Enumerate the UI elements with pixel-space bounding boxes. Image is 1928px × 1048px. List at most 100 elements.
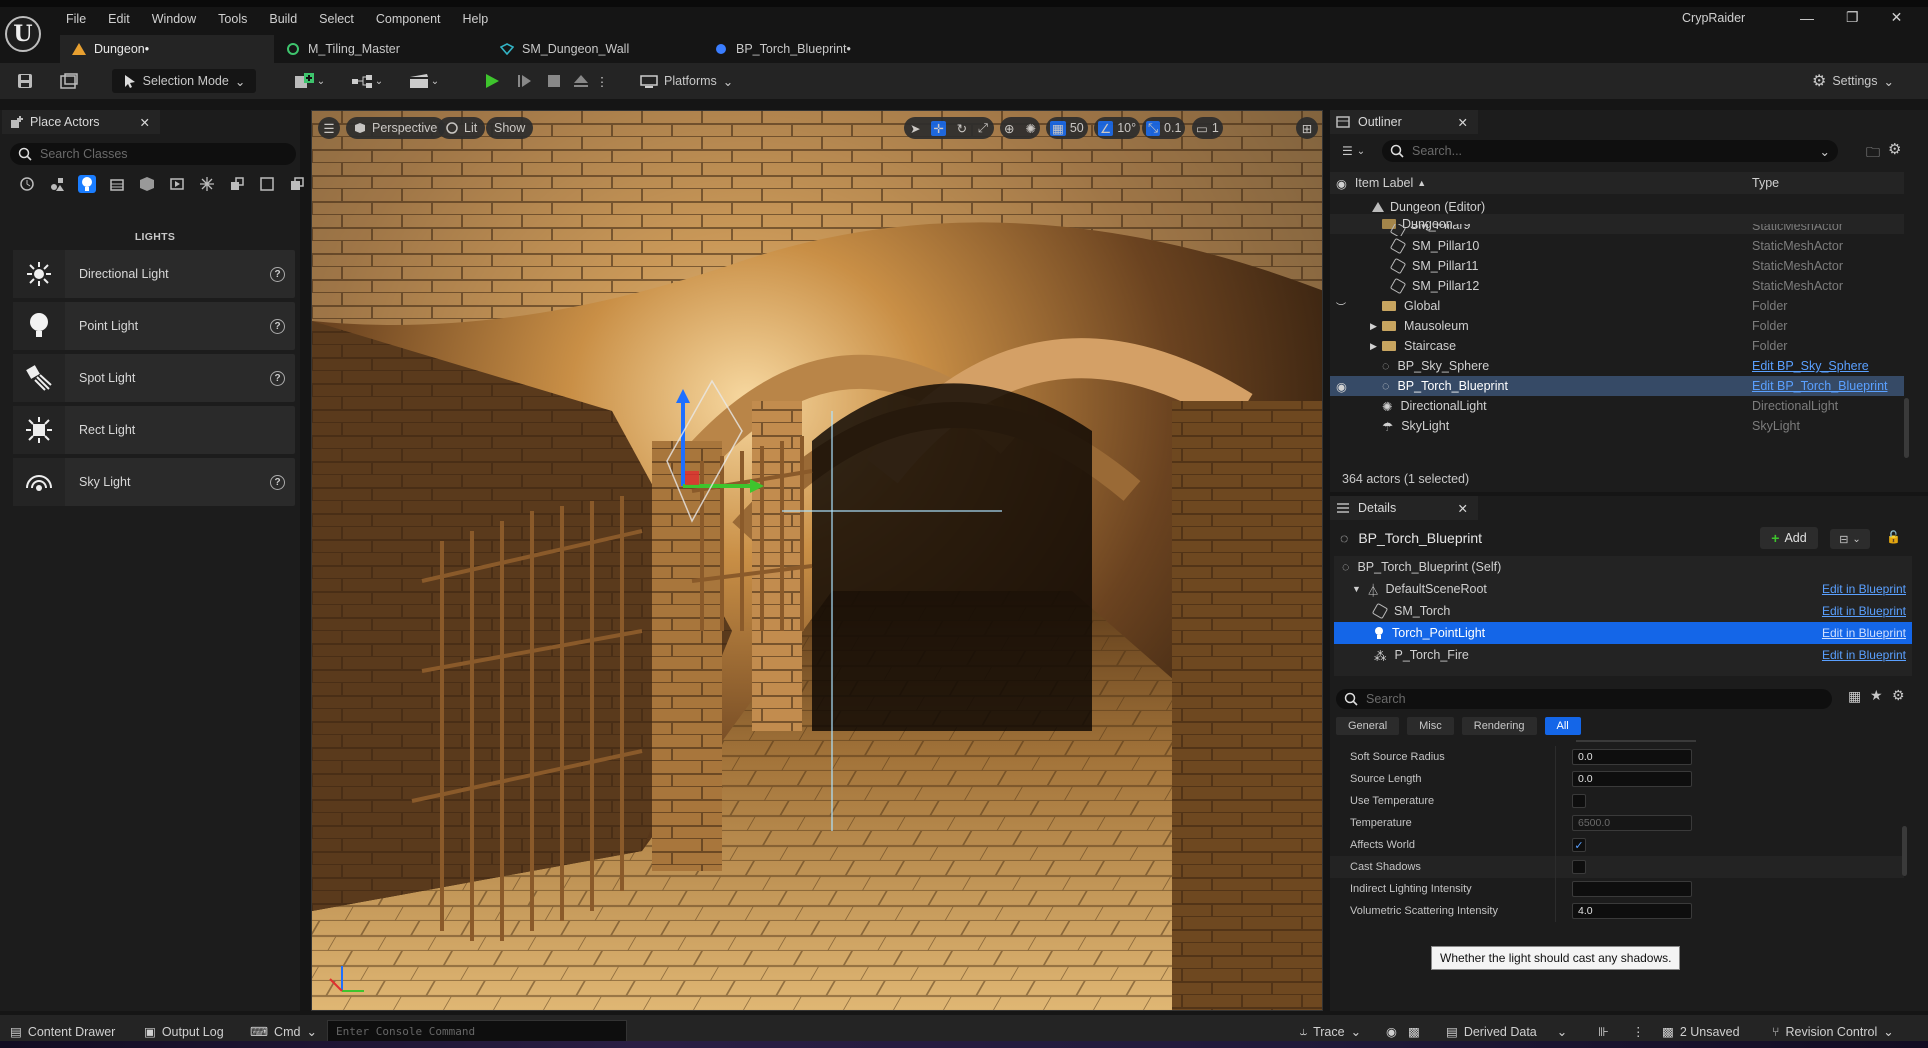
cinematics-dropdown[interactable]: ⌄ (404, 69, 444, 93)
tab-bp-torch-blueprint[interactable]: BP_Torch_Blueprint• (702, 35, 916, 63)
platforms-dropdown[interactable]: Platforms ⌄ (640, 69, 733, 93)
outliner-row[interactable]: SM_Pillar10 StaticMeshActor (1330, 236, 1904, 256)
filter-rendering[interactable]: Rendering (1461, 717, 1537, 735)
grid-snap-button[interactable]: ▦ 50 (1046, 117, 1088, 139)
surface-snap-icon[interactable]: ✺ (1026, 121, 1036, 136)
column-type[interactable]: Type (1752, 176, 1779, 190)
chevron-down-icon[interactable]: ⌄ (1820, 144, 1830, 159)
table-view-icon[interactable]: ▦ (1848, 688, 1861, 705)
actor-sky-light[interactable]: Sky Light ? (13, 458, 295, 506)
outliner-tab[interactable]: Outliner ✕ (1330, 110, 1478, 134)
play-options-icon[interactable]: ⋮ (596, 69, 609, 93)
add-component-button[interactable]: + Add (1760, 527, 1818, 549)
unreal-logo-icon[interactable]: U (5, 16, 41, 52)
derived-data-dropdown[interactable]: ▤ Derived Data ⌄ (1446, 1024, 1567, 1040)
property-checkbox[interactable]: ✓ (1572, 838, 1586, 852)
select-tool-icon[interactable]: ➤ (910, 121, 920, 136)
help-icon[interactable]: ? (270, 474, 285, 490)
lock-icon[interactable]: 🔓 (1886, 530, 1901, 544)
viewport-menu-button[interactable]: ☰ (318, 117, 340, 139)
help-icon[interactable]: ? (270, 318, 285, 334)
tab-m-tiling-master[interactable]: M_Tiling_Master (274, 35, 488, 63)
property-checkbox[interactable] (1572, 794, 1586, 808)
add-actor-dropdown[interactable]: ⌄ (288, 69, 330, 93)
outliner-row[interactable]: ✺ DirectionalLight DirectionalLight (1330, 396, 1904, 416)
property-value-input[interactable]: 4.0 (1572, 903, 1692, 919)
status-more-icon[interactable]: ⋮ (1632, 1024, 1645, 1039)
filter-all[interactable]: All (1544, 717, 1581, 735)
edit-in-blueprint-link[interactable]: Edit in Blueprint (1822, 626, 1906, 640)
favorites-star-icon[interactable]: ★ (1870, 687, 1883, 704)
minimize-button[interactable]: — (1800, 10, 1814, 26)
actor-rect-light[interactable]: Rect Light (13, 406, 295, 454)
tab-sm-dungeon-wall[interactable]: SM_Dungeon_Wall (488, 35, 702, 63)
outliner-row[interactable]: ◌ BP_Sky_Sphere Edit BP_Sky_Sphere (1330, 356, 1904, 376)
maximize-button[interactable]: ❐ (1846, 9, 1859, 26)
filter-general[interactable]: General (1336, 717, 1400, 735)
revision-control-dropdown[interactable]: ⑂ Revision Control ⌄ (1772, 1024, 1894, 1040)
volumes-category-icon[interactable] (198, 175, 216, 193)
menu-help[interactable]: Help (463, 12, 489, 26)
translate-tool-icon[interactable]: ✛ (931, 120, 946, 136)
selection-mode-dropdown[interactable]: Selection Mode ⌄ (112, 69, 256, 93)
scale-tool-icon[interactable]: ⤢ (978, 121, 988, 136)
property-value-input[interactable]: 6500.0 (1572, 815, 1692, 831)
outliner-row[interactable]: ☂ SkyLight SkyLight (1330, 416, 1904, 436)
all-classes-category-icon[interactable] (258, 175, 276, 193)
place-actors-tab[interactable]: Place Actors ✕ (2, 110, 160, 134)
play-button[interactable] (481, 69, 503, 93)
trace-dropdown[interactable]: ⥿ Trace ⌄ (1300, 1024, 1361, 1039)
close-tab-icon[interactable]: ✕ (1458, 501, 1468, 516)
menu-component[interactable]: Component (376, 12, 441, 26)
console-command-input[interactable]: Enter Console Command (327, 1020, 627, 1042)
content-drawer-button[interactable]: ▤ Content Drawer (10, 1024, 115, 1040)
level-viewport[interactable]: ☰ Perspective Lit Show ➤ ✛ ↻ ⤢ ⊕ ✺ ▦ 50 … (311, 110, 1323, 1011)
component-row[interactable]: SM_Torch Edit in Blueprint (1334, 600, 1912, 622)
outliner-row[interactable]: ▶ Mausoleum Folder (1330, 316, 1904, 336)
help-icon[interactable]: ? (270, 370, 285, 386)
eject-button[interactable] (570, 69, 592, 93)
skip-frame-button[interactable] (514, 69, 536, 93)
details-scrollbar[interactable] (1902, 826, 1907, 876)
content-browser-icon[interactable] (58, 69, 80, 93)
component-row[interactable]: ◌ BP_Torch_Blueprint (Self) (1334, 556, 1912, 578)
property-value-input[interactable]: 0.0 (1572, 749, 1692, 765)
rotate-tool-icon[interactable]: ↻ (957, 121, 967, 136)
outliner-row[interactable]: SM_Pillar11 StaticMeshActor (1330, 256, 1904, 276)
tab-dungeon[interactable]: Dungeon• (60, 35, 274, 63)
edit-in-blueprint-link[interactable]: Edit in Blueprint (1822, 582, 1906, 596)
outliner-row[interactable]: SM_Pillar12 StaticMeshActor (1330, 276, 1904, 296)
settings-gear-icon[interactable]: ⚙ (1888, 140, 1901, 158)
more-category-icon[interactable] (288, 175, 306, 193)
edit-in-blueprint-link[interactable]: Edit in Blueprint (1822, 604, 1906, 618)
property-checkbox[interactable] (1572, 860, 1586, 874)
menu-edit[interactable]: Edit (108, 12, 130, 26)
visibility-eye-icon[interactable]: ◉ (1336, 176, 1347, 191)
actor-point-light[interactable]: Point Light ? (13, 302, 295, 350)
unsaved-button[interactable]: ▩ 2 Unsaved (1662, 1024, 1740, 1040)
camera-speed-button[interactable]: ▭ 1 (1192, 117, 1223, 139)
component-row[interactable]: ⁂ P_Torch_Fire Edit in Blueprint (1334, 644, 1912, 666)
edit-blueprint-link[interactable]: Edit BP_Torch_Blueprint (1752, 379, 1888, 393)
expand-arrow-icon[interactable]: ▶ (1370, 321, 1377, 332)
cmd-dropdown[interactable]: ⌨ Cmd ⌄ (250, 1024, 317, 1040)
viewport-layout-button[interactable]: ⊞ (1296, 117, 1318, 139)
visibility-eye-icon[interactable]: ◉ (1336, 379, 1347, 394)
geometry-category-icon[interactable] (228, 175, 246, 193)
blueprints-dropdown[interactable]: ⌄ (347, 69, 387, 93)
record-icon[interactable]: ◉ (1386, 1024, 1397, 1039)
component-row-selected[interactable]: Torch_PointLight Edit in Blueprint (1334, 622, 1912, 644)
scale-snap-button[interactable]: ⤡ 0.1 (1142, 117, 1186, 139)
actor-spot-light[interactable]: Spot Light ? (13, 354, 295, 402)
collapse-arrow-icon[interactable]: ▼ (1352, 584, 1361, 594)
show-button[interactable]: Show (486, 117, 534, 139)
menu-file[interactable]: File (66, 12, 86, 26)
screenshot-icon[interactable]: ▩ (1408, 1024, 1420, 1039)
stop-button[interactable] (543, 69, 565, 93)
settings-dropdown[interactable]: ⚙ Settings ⌄ (1812, 69, 1894, 93)
actor-directional-light[interactable]: Directional Light ? (13, 250, 295, 298)
lights-category-icon[interactable] (78, 175, 96, 193)
help-icon[interactable]: ? (270, 266, 285, 282)
menu-window[interactable]: Window (152, 12, 196, 26)
save-icon[interactable] (14, 69, 36, 93)
